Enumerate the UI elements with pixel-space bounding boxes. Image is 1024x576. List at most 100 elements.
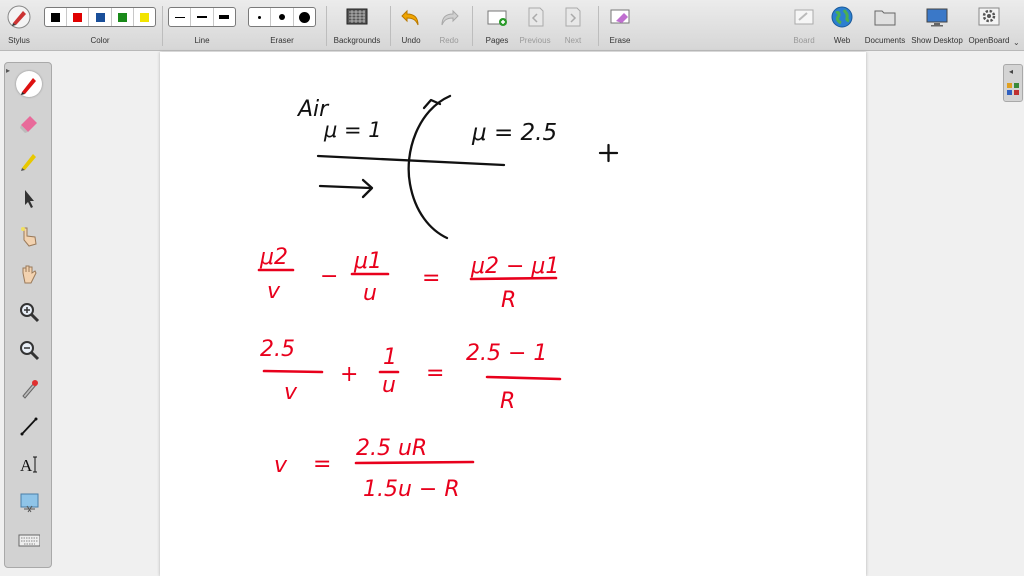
folder-icon [873, 5, 897, 29]
pen-tool[interactable] [16, 71, 42, 97]
eq2-plus-sign: + [340, 362, 358, 387]
pages-label: Pages [485, 36, 509, 45]
openboard-menu-button[interactable]: OpenBoard [966, 0, 1012, 50]
pages-button[interactable]: Pages [480, 0, 514, 50]
collapse-chevron-icon[interactable]: ⌄ [1013, 38, 1020, 47]
eq2-numerator-difference: 2.5 − 1 [466, 341, 547, 366]
eq1-denominator-r: R [501, 288, 516, 313]
highlighter-tool[interactable] [16, 147, 42, 173]
show-desktop-button[interactable]: Show Desktop [908, 0, 966, 50]
mu2-label: μ = 2.5 [471, 120, 557, 146]
color-yellow[interactable] [134, 8, 155, 26]
eq1-numerator-difference: μ2 − μ1 [470, 254, 559, 279]
eq2-equals-sign: = [426, 361, 444, 386]
capture-tool[interactable] [16, 489, 42, 515]
tool-palette: A [4, 62, 52, 568]
eq3-lhs-v: v [274, 453, 288, 478]
undo-button[interactable]: Undo [396, 0, 426, 50]
line-icon [20, 417, 38, 436]
laser-pointer-tool[interactable] [16, 375, 42, 401]
monitor-icon [925, 5, 949, 29]
next-page-button[interactable]: Next [558, 0, 588, 50]
text-icon: A [20, 456, 37, 475]
eq2-numerator-2-5: 2.5 [260, 337, 295, 362]
board-mode-button[interactable]: Board [790, 0, 818, 50]
keyboard-icon [18, 534, 40, 547]
color-selector [44, 7, 156, 27]
color-group: Color [44, 0, 156, 50]
toolbar-separator [390, 6, 391, 46]
color-blue[interactable] [89, 8, 112, 26]
pointer-arrow-icon [25, 190, 34, 208]
redo-arrow-icon [437, 5, 461, 29]
zoom-in-icon [20, 303, 40, 323]
web-button[interactable]: Web [828, 0, 856, 50]
text-tool[interactable]: A [16, 451, 42, 477]
eq3-numerator: 2.5 uR [356, 436, 427, 461]
erase-board-icon [608, 5, 632, 29]
stylus-button[interactable]: Stylus [0, 0, 38, 50]
previous-page-button[interactable]: Previous [516, 0, 554, 50]
eraser-small[interactable] [249, 8, 272, 26]
library-icon [1007, 83, 1019, 95]
backgrounds-button[interactable]: Backgrounds [330, 0, 384, 50]
line-medium[interactable] [191, 8, 214, 26]
eq3-equals-sign: = [313, 452, 331, 477]
eraser-icon [20, 116, 37, 133]
screen-capture-icon [20, 493, 39, 513]
eq1-denominator-v: v [267, 279, 281, 304]
documents-button[interactable]: Documents [862, 0, 908, 50]
next-page-icon [561, 5, 585, 29]
toolbar-separator [472, 6, 473, 46]
board-icon [792, 5, 816, 29]
eraser-large[interactable] [294, 8, 315, 26]
previous-page-icon [523, 5, 547, 29]
web-label: Web [833, 36, 851, 45]
line-width-selector [168, 7, 236, 27]
line-thin[interactable] [169, 8, 192, 26]
interact-tool[interactable] [16, 223, 42, 249]
undo-arrow-icon [399, 5, 423, 29]
globe-icon [830, 5, 854, 29]
incident-ray-stroke [318, 184, 372, 190]
redo-label: Redo [439, 36, 459, 45]
eq3-denominator: 1.5u − R [363, 477, 460, 502]
erase-board-button[interactable]: Erase [604, 0, 636, 50]
selector-tool[interactable] [16, 185, 42, 211]
svg-text:A: A [20, 456, 33, 475]
hand-pan-tool[interactable] [16, 261, 42, 287]
documents-label: Documents [864, 36, 906, 45]
color-black[interactable] [45, 8, 68, 26]
line-tool[interactable] [16, 413, 42, 439]
next-label: Next [564, 36, 582, 45]
whiteboard-canvas[interactable]: Air μ = 1 μ = 2.5 μ2 v − μ1 u = μ2 − μ1 … [160, 52, 866, 576]
color-green[interactable] [112, 8, 134, 26]
eraser-label: Eraser [270, 36, 294, 45]
zoom-out-tool[interactable] [16, 337, 42, 363]
refracting-surface-stroke [407, 94, 452, 240]
hand-icon [22, 265, 37, 284]
eq2-numerator-1: 1 [383, 345, 397, 370]
stylus-label: Stylus [8, 36, 30, 45]
show-desktop-label: Show Desktop [911, 36, 963, 45]
eq1-minus-sign: − [320, 264, 338, 289]
cursor-crosshair-stroke [598, 143, 619, 163]
line-thick[interactable] [214, 8, 235, 26]
palette-collapse-arrow-icon[interactable]: ▸ [6, 66, 10, 75]
redo-button[interactable]: Redo [434, 0, 464, 50]
color-red[interactable] [67, 8, 90, 26]
zoom-in-tool[interactable] [16, 299, 42, 325]
eq1-numerator-mu1: μ1 [353, 249, 382, 274]
eq1-equals-sign: = [422, 266, 440, 291]
virtual-keyboard-tool[interactable] [16, 527, 42, 553]
library-panel-tab[interactable]: ◂ [1003, 64, 1023, 102]
eraser-tool[interactable] [16, 109, 42, 135]
line-label: Line [194, 36, 210, 45]
erase-label: Erase [609, 36, 631, 45]
eraser-size-selector [248, 7, 316, 27]
eraser-medium[interactable] [271, 8, 294, 26]
color-label: Color [90, 36, 110, 45]
pen-icon [21, 78, 36, 95]
eq2-denominator-u: u [382, 373, 396, 398]
board-ink-layer: Air μ = 1 μ = 2.5 μ2 v − μ1 u = μ2 − μ1 … [257, 94, 619, 502]
